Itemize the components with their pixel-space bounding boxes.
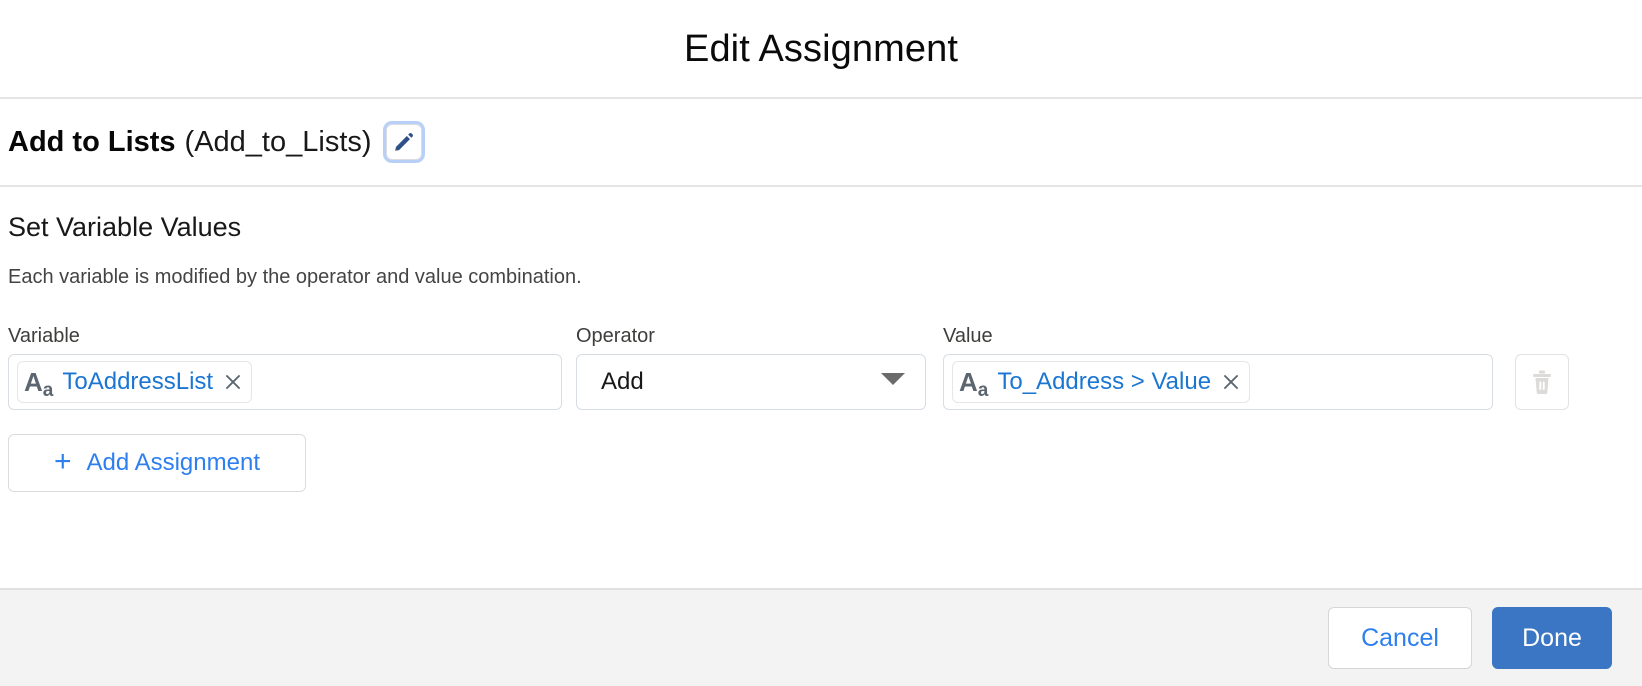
value-label: Value <box>943 324 993 347</box>
variable-pill-label: ToAddressList <box>62 367 214 395</box>
modal-footer: Cancel Done <box>0 588 1642 686</box>
modal-body: Set Variable Values Each variable is mod… <box>0 187 1642 588</box>
element-label: Add to Lists <box>8 125 176 158</box>
plus-icon: + <box>54 444 72 478</box>
add-assignment-label: Add Assignment <box>86 448 260 476</box>
delete-column <box>1515 353 1569 410</box>
value-pill[interactable]: Aa To_Address > Value <box>952 360 1251 403</box>
text-format-icon: Aa <box>24 366 54 401</box>
trash-icon <box>1530 369 1554 395</box>
pencil-icon <box>393 131 415 153</box>
assignment-row: Variable Aa ToAddressList Operator Add V… <box>8 325 1634 410</box>
edit-label-button[interactable] <box>385 124 422 160</box>
text-format-icon: Aa <box>959 366 989 401</box>
section-heading: Set Variable Values <box>8 212 242 242</box>
variable-label: Variable <box>8 324 80 347</box>
variable-column: Variable Aa ToAddressList <box>8 325 562 410</box>
operator-label: Operator <box>576 324 655 347</box>
element-name-row: Add to Lists (Add_to_Lists) <box>0 99 1642 187</box>
operator-column: Operator Add <box>576 325 926 410</box>
element-api-name: (Add_to_Lists) <box>184 125 372 158</box>
chevron-down-icon[interactable] <box>880 371 906 392</box>
variable-pill[interactable]: Aa ToAddressList <box>17 360 253 403</box>
delete-row-button[interactable] <box>1515 353 1569 410</box>
value-pill-label: To_Address > Value <box>997 367 1212 395</box>
page-title: Edit Assignment <box>684 27 958 70</box>
cancel-button[interactable]: Cancel <box>1328 607 1472 669</box>
variable-input[interactable]: Aa ToAddressList <box>8 353 562 410</box>
edit-assignment-modal: Edit Assignment Add to Lists (Add_to_Lis… <box>0 0 1642 686</box>
operator-selected-value: Add <box>601 367 644 395</box>
done-button[interactable]: Done <box>1492 607 1612 669</box>
section-description: Each variable is modified by the operato… <box>8 265 582 288</box>
operator-select[interactable]: Add <box>576 353 926 410</box>
close-icon[interactable] <box>1221 372 1241 392</box>
add-assignment-button[interactable]: + Add Assignment <box>8 433 306 492</box>
value-column: Value Aa To_Address > Value <box>943 325 1493 410</box>
modal-header: Edit Assignment <box>0 0 1642 99</box>
close-icon[interactable] <box>223 372 243 392</box>
value-input[interactable]: Aa To_Address > Value <box>943 353 1493 410</box>
